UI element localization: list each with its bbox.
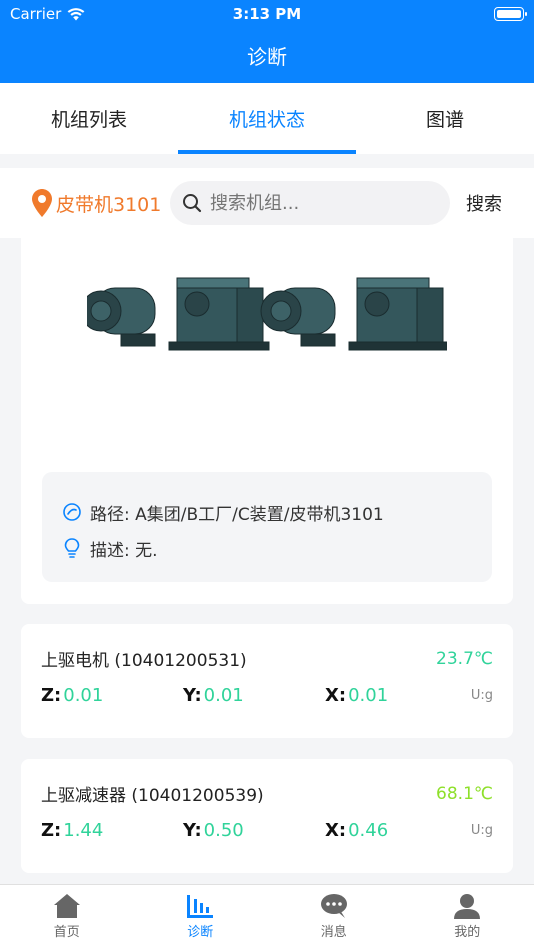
axis-x: X: 0.46 xyxy=(325,820,467,841)
clock: 3:13 PM xyxy=(232,5,302,23)
search-box[interactable] xyxy=(170,181,450,225)
unit-label: U:g xyxy=(470,823,493,838)
axis-y: Y: 0.50 xyxy=(183,820,325,841)
tabbar-home[interactable]: 首页 xyxy=(0,885,134,950)
sensor-name: 上驱电机 (10401200531) xyxy=(41,651,247,671)
search-button[interactable]: 搜索 xyxy=(466,190,502,216)
axis-x: X: 0.01 xyxy=(325,685,467,706)
axis-z-label: Z: xyxy=(41,820,62,841)
sensor-card[interactable]: 上驱减速器 (10401200539) 68.1℃ Z: 1.44 Y: 0.5… xyxy=(21,759,513,873)
lightbulb-icon xyxy=(64,538,80,558)
tabbar-messages[interactable]: 消息 xyxy=(267,885,401,950)
search-icon xyxy=(183,194,202,213)
axis-y-label: Y: xyxy=(183,820,202,841)
axis-y-value: 0.50 xyxy=(203,820,244,841)
home-icon xyxy=(53,894,80,918)
machine-info: 路径: A集团/B工厂/C装置/皮带机3101 描述: 无. xyxy=(42,472,492,582)
tab-spectrum[interactable]: 图谱 xyxy=(356,83,534,154)
axis-y: Y: 0.01 xyxy=(183,685,325,706)
axis-x-value: 0.01 xyxy=(348,685,389,706)
axis-y-label: Y: xyxy=(183,685,202,706)
path-row: 路径: A集团/B工厂/C装置/皮带机3101 xyxy=(62,494,492,530)
tabbar-diagnosis[interactable]: 诊断 xyxy=(134,885,268,950)
machine-card: 路径: A集团/B工厂/C装置/皮带机3101 描述: 无. xyxy=(21,238,513,604)
location-pin-icon xyxy=(32,189,52,217)
bottom-tab-bar: 首页 诊断 消息 我的 xyxy=(0,884,534,950)
unit-label: U:g xyxy=(470,688,493,703)
sensor-values: Z: 0.01 Y: 0.01 X: 0.01 U:g xyxy=(41,685,493,706)
location-selector[interactable]: 皮带机3101 xyxy=(0,189,170,217)
path-icon xyxy=(63,503,81,521)
tabbar-label: 我的 xyxy=(454,925,481,940)
sensor-name: 上驱减速器 (10401200539) xyxy=(41,786,264,806)
axis-z-value: 1.44 xyxy=(63,820,104,841)
location-label: 皮带机3101 xyxy=(56,193,162,216)
axis-x-label: X: xyxy=(325,820,347,841)
tab-unit-status[interactable]: 机组状态 xyxy=(178,83,356,154)
machine-image xyxy=(87,277,447,351)
axis-x-value: 0.46 xyxy=(348,820,389,841)
nav-bar: 诊断 xyxy=(0,28,534,83)
axis-z-value: 0.01 xyxy=(63,685,104,706)
search-input[interactable] xyxy=(210,192,430,214)
search-bar: 皮带机3101 搜索 xyxy=(0,168,534,238)
tabbar-label: 首页 xyxy=(53,925,80,940)
desc-label: 描述: 无. xyxy=(90,540,158,561)
chat-icon xyxy=(320,894,347,918)
sensor-header: 上驱电机 (10401200531) 23.7℃ xyxy=(41,646,493,672)
top-tabs: 机组列表 机组状态 图谱 xyxy=(0,83,534,154)
chart-icon xyxy=(187,895,214,918)
page-title: 诊断 xyxy=(247,45,287,69)
desc-row: 描述: 无. xyxy=(62,530,492,566)
user-icon xyxy=(454,894,481,919)
sensor-header: 上驱减速器 (10401200539) 68.1℃ xyxy=(41,781,493,807)
sensor-values: Z: 1.44 Y: 0.50 X: 0.46 U:g xyxy=(41,820,493,841)
battery-icon xyxy=(494,7,527,21)
path-label: 路径: A集团/B工厂/C装置/皮带机3101 xyxy=(90,504,384,525)
axis-x-label: X: xyxy=(325,685,347,706)
tabbar-profile[interactable]: 我的 xyxy=(401,885,534,950)
sensor-temperature: 68.1℃ xyxy=(436,783,493,804)
sensor-temperature: 23.7℃ xyxy=(436,648,493,669)
axis-z: Z: 1.44 xyxy=(41,820,183,841)
tabbar-label: 消息 xyxy=(320,925,347,940)
axis-z-label: Z: xyxy=(41,685,62,706)
status-bar: Carrier 3:13 PM xyxy=(0,0,534,28)
sensor-card[interactable]: 上驱电机 (10401200531) 23.7℃ Z: 0.01 Y: 0.01… xyxy=(21,624,513,738)
axis-z: Z: 0.01 xyxy=(41,685,183,706)
tabbar-label: 诊断 xyxy=(187,925,214,940)
tab-unit-list[interactable]: 机组列表 xyxy=(0,83,178,154)
axis-y-value: 0.01 xyxy=(203,685,244,706)
